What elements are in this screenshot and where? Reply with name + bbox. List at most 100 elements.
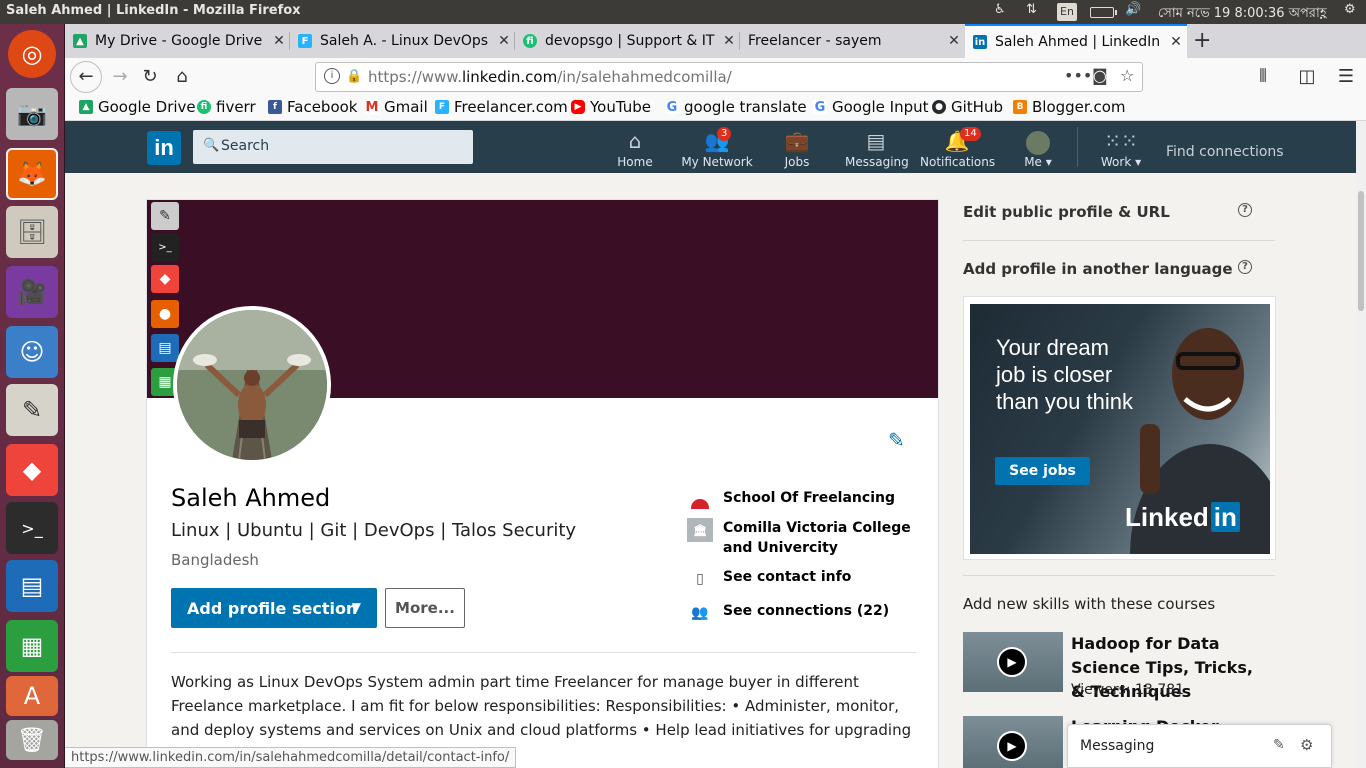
files-icon[interactable]: 🗄 — [6, 206, 58, 258]
back-arrow-icon[interactable]: ← — [70, 61, 102, 93]
ad-banner: Your dream job is closer than you think … — [970, 304, 1270, 554]
linkedin-logo[interactable]: in — [147, 131, 181, 165]
tab-google-drive[interactable]: ▲ My Drive - Google Drive ✕ — [65, 24, 290, 58]
bookmark-fiverr[interactable]: fi fiverr — [197, 98, 256, 116]
scrollbar-thumb[interactable] — [1358, 191, 1364, 311]
keyboard-layout-indicator[interactable]: En — [1057, 3, 1077, 21]
experience-school-of-freelancing[interactable]: School Of Freelancing — [687, 488, 895, 512]
bookmark-github[interactable]: ● GitHub — [932, 98, 1003, 116]
nav-me[interactable]: Me ▾ — [1020, 121, 1056, 173]
nav-home[interactable]: ⌂ Home — [617, 121, 653, 173]
bookmark-facebook[interactable]: f Facebook — [268, 98, 357, 116]
text-editor-icon[interactable]: ✎ — [151, 202, 179, 230]
see-contact-info-link[interactable]: ▯ See contact info — [687, 567, 851, 591]
course-thumbnail[interactable]: ▶ — [963, 716, 1063, 768]
video-player-icon[interactable]: 🎥 — [6, 266, 58, 318]
site-info-icon[interactable]: i — [324, 68, 340, 84]
menu-hamburger-icon[interactable]: ☰ — [1331, 63, 1361, 91]
terminal-icon[interactable]: >_ — [6, 502, 58, 554]
help-question-icon[interactable]: ? — [1238, 260, 1252, 274]
library-icon[interactable]: ⫴ — [1248, 63, 1278, 91]
home-icon[interactable]: ⌂ — [167, 63, 197, 91]
side-label: Comilla Victoria College and Univercity — [723, 520, 911, 556]
nav-jobs[interactable]: 💼 Jobs — [781, 121, 813, 173]
new-tab-plus-icon[interactable]: + — [1193, 28, 1211, 53]
address-bar[interactable]: i 🔒 https://www.linkedin.com/in/salehahm… — [315, 62, 1143, 92]
job-ad[interactable]: Your dream job is closer than you think … — [963, 296, 1276, 560]
bookmark-freelancer[interactable]: F Freelancer.com — [435, 98, 568, 116]
anydesk-icon[interactable]: ◆ — [151, 265, 179, 293]
network-transfer-icon[interactable]: ⇅ — [1026, 2, 1037, 17]
volume-icon[interactable]: 🔊 — [1125, 2, 1141, 17]
accessibility-icon[interactable]: ♿ — [994, 2, 1006, 17]
nav-notifications[interactable]: 🔔 14 Notifications — [920, 121, 995, 173]
clock[interactable]: সোম নভে 19 8:00:36 অপরাহ্ণ — [1158, 4, 1327, 25]
settings-gear-icon[interactable]: ⚙ — [1344, 2, 1356, 17]
forward-arrow-icon[interactable]: → — [105, 63, 135, 91]
find-connections-link[interactable]: Find connections — [1166, 144, 1284, 160]
tab-label: Saleh A. - Linux DevOps — [320, 33, 489, 49]
search-input[interactable]: 🔍 Search — [193, 130, 473, 164]
add-profile-section-button[interactable]: Add profile section ▼ — [171, 588, 377, 628]
gear-icon[interactable]: ⚙ — [1300, 736, 1313, 754]
page-actions-icon[interactable]: ••• — [1064, 66, 1092, 85]
nav-messaging[interactable]: ▤ Messaging — [845, 121, 909, 173]
firefox-icon[interactable]: 🦊 — [6, 148, 58, 200]
anydesk-icon[interactable]: ◆ — [6, 444, 58, 496]
bookmark-blogger[interactable]: B Blogger.com — [1013, 98, 1126, 116]
nav-my-network[interactable]: 👥 3 My Network — [679, 121, 755, 173]
terminal-icon[interactable]: >_ — [151, 233, 179, 261]
calc-spreadsheet-icon[interactable]: ▦ — [6, 620, 58, 672]
pocket-icon[interactable]: ◙ — [1092, 66, 1108, 85]
status-url: https://www.linkedin.com/in/salehahmedco… — [65, 747, 517, 768]
bookmark-google-translate[interactable]: Ggoogle translate — [665, 98, 807, 116]
text-editor-icon[interactable]: ✎ — [6, 384, 58, 436]
close-icon[interactable]: ✕ — [718, 33, 740, 49]
bookmark-star-icon[interactable]: ☆ — [1120, 66, 1134, 85]
bookmark-gmail[interactable]: M Gmail — [365, 98, 428, 116]
course-thumbnail[interactable]: ▶ — [963, 632, 1063, 692]
see-jobs-button[interactable]: See jobs — [995, 457, 1090, 485]
messaging-overlay[interactable]: Messaging ✎ ⚙ — [1067, 724, 1332, 768]
close-icon[interactable]: ✕ — [268, 33, 290, 49]
screenshot-camera-icon[interactable]: 📷 — [6, 88, 58, 140]
writer-document-icon[interactable]: ▤ — [6, 560, 58, 612]
compose-icon[interactable]: ✎ — [1273, 737, 1285, 753]
see-connections-link[interactable]: 👥 See connections (22) — [687, 601, 889, 625]
profile-photo[interactable] — [173, 306, 331, 464]
writer-document-icon[interactable]: ▤ — [151, 334, 179, 362]
bookmark-label: Facebook — [287, 98, 358, 116]
close-icon[interactable]: ✕ — [943, 33, 965, 49]
tab-linkedin[interactable]: in Saleh Ahmed | LinkedIn ✕ — [965, 24, 1187, 58]
edit-pencil-icon[interactable]: ✎ — [888, 428, 905, 452]
tab-fiverr[interactable]: fi devopsgo | Support & IT ✕ — [515, 24, 740, 58]
close-icon[interactable]: ✕ — [1165, 34, 1187, 50]
bookmark-youtube[interactable]: ▶ YouTube — [571, 98, 651, 116]
reload-icon[interactable]: ↻ — [135, 63, 165, 91]
battery-icon[interactable] — [1090, 7, 1117, 18]
url-text[interactable]: https://www.linkedin.com/in/salehahmedco… — [368, 68, 732, 86]
bookmark-google-input[interactable]: G Google Input — [813, 98, 929, 116]
ubuntu-dash-icon[interactable]: ◎ — [8, 30, 56, 78]
software-center-icon[interactable]: A — [6, 676, 58, 716]
bookmark-google-drive[interactable]: ▲ Google Drive — [79, 98, 196, 116]
education-comilla-victoria-college[interactable]: 🏛 Comilla Victoria College and Univercit… — [687, 518, 923, 558]
url-domain: linkedin.com — [461, 68, 558, 86]
gmail-icon: M — [365, 99, 379, 115]
lock-icon[interactable]: 🔒 — [346, 69, 362, 84]
sidebar-toggle-icon[interactable]: ◫ — [1292, 63, 1322, 91]
tab-freelancer-sayem[interactable]: Freelancer - sayem ✕ — [740, 24, 965, 58]
page-scrollbar[interactable] — [1356, 121, 1366, 768]
firefox-icon[interactable]: ● — [151, 300, 179, 328]
contact-card-icon: ▯ — [696, 571, 704, 587]
nav-work[interactable]: ⁙⁙ Work ▾ — [1099, 121, 1143, 173]
mascot-app-icon[interactable]: ☺ — [6, 326, 58, 378]
trash-icon[interactable]: 🗑 — [6, 720, 58, 760]
more-button[interactable]: More... — [385, 588, 465, 628]
close-icon[interactable]: ✕ — [493, 33, 515, 49]
add-profile-language-link[interactable]: Add profile in another language — [963, 260, 1233, 278]
edit-public-profile-link[interactable]: Edit public profile & URL — [963, 203, 1170, 221]
help-question-icon[interactable]: ? — [1238, 203, 1252, 217]
tab-freelancer-profile[interactable]: F Saleh A. - Linux DevOps ✕ — [290, 24, 515, 58]
google-drive-icon: ▲ — [79, 100, 93, 114]
